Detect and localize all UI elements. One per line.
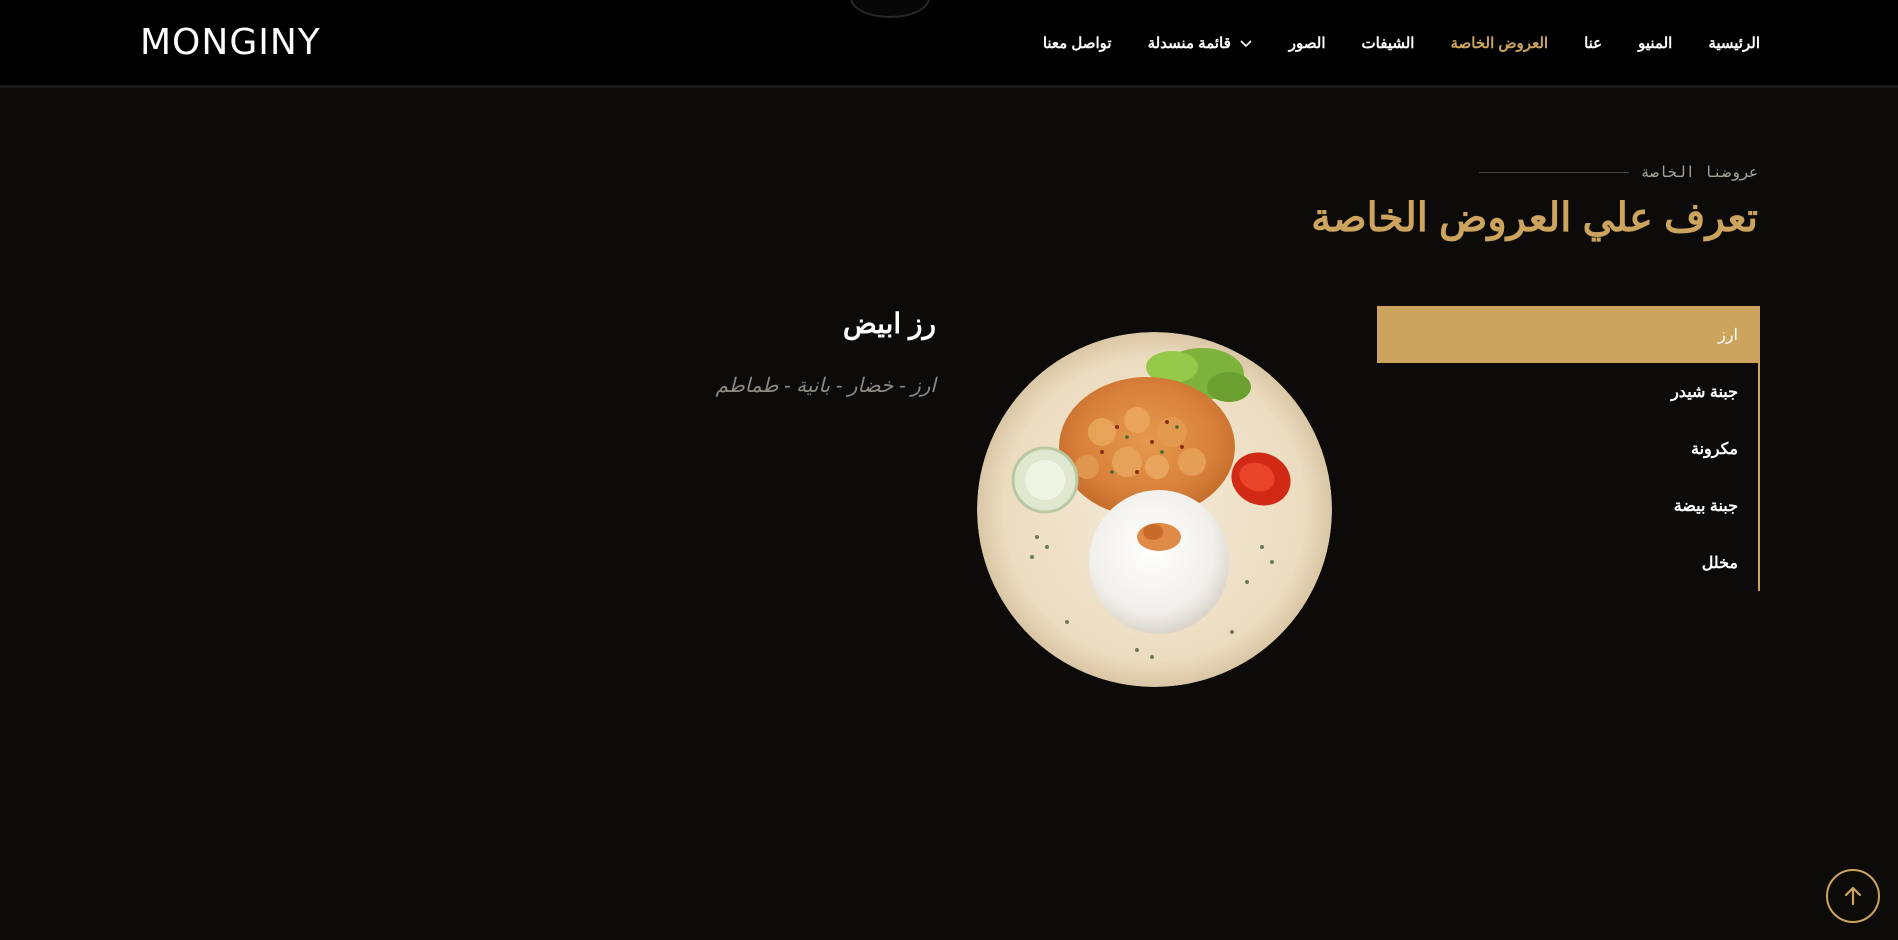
- section-kicker: عروضنا الخاصة: [1478, 163, 1758, 181]
- site-header: MONGINY الرئيسية المنيو عنا العروض الخاص…: [0, 0, 1898, 88]
- dish-title: رز ابيض: [842, 308, 936, 339]
- nav-item-specials[interactable]: العروض الخاصة: [1450, 34, 1548, 52]
- tab-pickles[interactable]: مخلل: [1377, 534, 1758, 591]
- specials-tab-list: ارز جبنة شيدر مكرونة جبنة بيضة مخلل: [1377, 306, 1760, 591]
- dish-description: ارز - خضار - بانية - طماطم: [715, 375, 936, 397]
- nav-item-dropdown-label: قائمة منسدلة: [1147, 35, 1231, 52]
- tab-pasta[interactable]: مكرونة: [1377, 420, 1758, 477]
- tab-rice[interactable]: ارز: [1377, 306, 1758, 363]
- nav-item-about[interactable]: عنا: [1584, 34, 1602, 52]
- back-to-top-button[interactable]: [1826, 869, 1880, 923]
- nav-item-contact[interactable]: تواصل معنا: [1043, 34, 1112, 52]
- kicker-divider: [1478, 171, 1629, 173]
- main-nav: الرئيسية المنيو عنا العروض الخاصة الشيفا…: [1043, 34, 1760, 52]
- nav-item-gallery[interactable]: الصور: [1289, 34, 1326, 52]
- site-logo[interactable]: MONGINY: [140, 22, 321, 63]
- section-title: تعرف علي العروض الخاصة: [1311, 196, 1758, 240]
- dish-photo: [977, 332, 1332, 687]
- tab-white-cheese[interactable]: جبنة بيضة: [1377, 477, 1758, 534]
- section-kicker-label: عروضنا الخاصة: [1640, 163, 1758, 181]
- nav-item-home[interactable]: الرئيسية: [1708, 34, 1760, 52]
- nav-item-menu[interactable]: المنيو: [1638, 34, 1672, 52]
- nav-item-chefs[interactable]: الشيفات: [1362, 34, 1415, 52]
- arrow-up-icon: [1844, 886, 1862, 906]
- chevron-down-icon: [1240, 40, 1252, 48]
- nav-item-dropdown[interactable]: قائمة منسدلة: [1148, 34, 1253, 52]
- header-decoration: [850, 0, 930, 18]
- tab-cheddar-cheese[interactable]: جبنة شيدر: [1377, 363, 1758, 420]
